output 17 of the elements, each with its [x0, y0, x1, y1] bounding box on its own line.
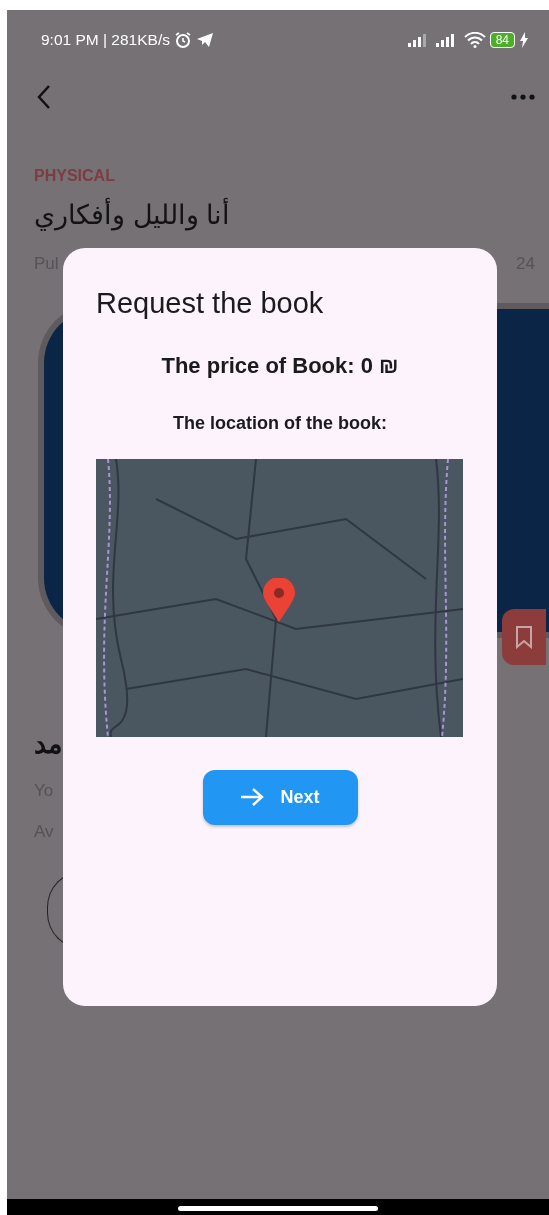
price-text: The price of Book: 0 ₪ [160, 351, 400, 380]
status-time: 9:01 PM | 281KB/s [41, 30, 170, 51]
charging-icon [519, 32, 529, 48]
back-icon[interactable] [37, 84, 51, 110]
bookmark-icon [515, 625, 533, 649]
section-title: مد [34, 727, 62, 760]
location-label: The location of the book: [172, 411, 388, 435]
next-button[interactable]: Next [202, 769, 358, 825]
map-pin-icon [263, 578, 295, 622]
bookmark-button[interactable] [502, 609, 546, 665]
arrow-right-icon [240, 787, 265, 808]
battery-level: 84 [489, 32, 515, 48]
alarm-icon [173, 31, 192, 49]
dialog-title: Request the book [96, 286, 325, 321]
book-title: أنا والليل وأفكاري [34, 198, 230, 234]
wifi-icon [463, 32, 486, 48]
more-icon[interactable] [511, 94, 535, 100]
